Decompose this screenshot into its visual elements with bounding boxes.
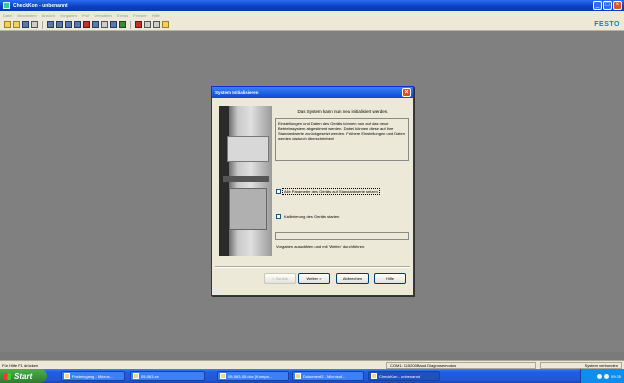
taskbar-item-active[interactable]: CheckKon - unbenannt xyxy=(368,371,440,381)
checkbox-label: Kalibrierung des Geräts starten xyxy=(284,214,340,219)
dialog-heading: Das System kann nun neu initialisiert we… xyxy=(297,109,389,114)
grid-icon[interactable] xyxy=(110,21,117,28)
new-icon[interactable] xyxy=(4,21,11,28)
system-init-dialog: System Initialisieren × Das System kann … xyxy=(211,86,414,296)
status-system: System verbunden xyxy=(540,361,622,369)
grid-icon[interactable] xyxy=(65,21,72,28)
menu-presets[interactable]: Vorgaben xyxy=(60,13,77,18)
menu-bar: Datei Bearbeiten Ansicht Vorgaben Prüf V… xyxy=(0,11,624,19)
start-calibration-checkbox[interactable]: Kalibrierung des Geräts starten xyxy=(276,214,340,219)
start-label: Start xyxy=(14,371,33,381)
tray-icon[interactable] xyxy=(603,373,609,379)
checkbox-label: Alle Parameter des Geräts auf Standardwe… xyxy=(282,188,380,195)
word-icon xyxy=(295,373,301,379)
back-button[interactable]: < Zurück xyxy=(264,273,296,284)
progress-bar xyxy=(275,232,409,240)
cut-icon[interactable] xyxy=(135,21,142,28)
taskbar-item[interactable]: 05-063-05.doc [Kompa... xyxy=(217,371,289,381)
dialog-hint: Vorgaben auswählen und mit 'Weiter' durc… xyxy=(276,244,366,249)
menu-window[interactable]: Fenster xyxy=(133,13,147,18)
grid-icon[interactable] xyxy=(92,21,99,28)
menu-manage[interactable]: Verwalten xyxy=(94,13,112,18)
window-title-bar[interactable]: CheckKon - unbenannt _ □ × xyxy=(0,0,624,11)
window-controls: _ □ × xyxy=(593,1,622,10)
toolbar xyxy=(0,19,624,31)
help-button[interactable]: Hilfe xyxy=(374,273,406,284)
grid-icon[interactable] xyxy=(83,21,90,28)
window-title: CheckKon - unbenannt xyxy=(13,2,68,9)
dialog-separator xyxy=(215,266,410,268)
save-icon[interactable] xyxy=(22,21,29,28)
windows-logo-icon xyxy=(4,372,11,380)
menu-help[interactable]: Hilfe xyxy=(152,13,160,18)
grid-icon[interactable] xyxy=(74,21,81,28)
help-icon[interactable] xyxy=(162,21,169,28)
taskbar-item[interactable]: Dokument2 - Microsof... xyxy=(292,371,364,381)
word-icon xyxy=(220,373,226,379)
taskbar-item-label: 05-063-05.doc [Kompa... xyxy=(228,373,273,379)
taskbar-item-label: Dokument2 - Microsof... xyxy=(303,373,346,379)
tray-clock: 09:35 xyxy=(610,373,621,379)
close-button[interactable]: × xyxy=(613,1,622,10)
status-help-text: Für Hilfe F1 drücken xyxy=(2,362,39,368)
menu-view[interactable]: Ansicht xyxy=(42,13,55,18)
menu-test[interactable]: Prüf xyxy=(82,13,89,18)
status-connection: COM1: 115200Baud Diagnosemodus xyxy=(386,361,536,369)
device-photo xyxy=(219,106,272,256)
open-icon[interactable] xyxy=(13,21,20,28)
taskbar-item-label: 05-063-xx xyxy=(141,373,159,379)
start-button[interactable]: Start xyxy=(0,369,47,383)
tray-icon[interactable] xyxy=(596,373,602,379)
menu-edit[interactable]: Bearbeiten xyxy=(17,13,36,18)
dialog-title-bar[interactable]: System Initialisieren xyxy=(212,87,413,98)
photo-part xyxy=(227,136,269,162)
next-button[interactable]: Weiter > xyxy=(298,273,330,284)
status-bar: Für Hilfe F1 drücken COM1: 115200Baud Di… xyxy=(0,360,624,369)
checkbox-box[interactable] xyxy=(276,214,281,219)
dialog-title: System Initialisieren xyxy=(215,90,259,95)
taskbar: Start Posteingang - Micros... 05-063-xx … xyxy=(0,369,624,383)
taskbar-item[interactable]: 05-063-xx xyxy=(130,371,205,381)
grid-icon[interactable] xyxy=(47,21,54,28)
outlook-icon xyxy=(64,373,70,379)
dialog-info-text: Einstellungen und Daten des Geräts könne… xyxy=(275,118,409,161)
system-tray: 09:35 xyxy=(580,369,624,383)
cancel-button[interactable]: Abbrechen xyxy=(336,273,369,284)
taskbar-item[interactable]: Posteingang - Micros... xyxy=(61,371,125,381)
taskbar-item-label: CheckKon - unbenannt xyxy=(379,373,420,379)
photo-part xyxy=(229,188,267,230)
grid-icon[interactable] xyxy=(56,21,63,28)
zoom-icon[interactable] xyxy=(153,21,160,28)
menu-file[interactable]: Datei xyxy=(3,13,12,18)
taskbar-item-label: Posteingang - Micros... xyxy=(72,373,113,379)
dialog-close-button[interactable]: × xyxy=(402,88,411,97)
folder-icon xyxy=(133,373,139,379)
grid-icon[interactable] xyxy=(119,21,126,28)
festo-logo: FESTO xyxy=(594,21,620,28)
app-icon xyxy=(3,2,10,9)
checkbox-box[interactable] xyxy=(276,189,281,194)
app-icon xyxy=(371,373,377,379)
toolbar-separator xyxy=(42,20,43,29)
maximize-button[interactable]: □ xyxy=(603,1,612,10)
toolbar-separator xyxy=(130,20,131,29)
reset-parameters-checkbox[interactable]: Alle Parameter des Geräts auf Standardwe… xyxy=(276,188,380,195)
print-icon[interactable] xyxy=(31,21,38,28)
grid-icon[interactable] xyxy=(101,21,108,28)
delete-icon[interactable] xyxy=(144,21,151,28)
photo-part xyxy=(223,176,269,182)
menu-extras[interactable]: Extras xyxy=(117,13,128,18)
minimize-button[interactable]: _ xyxy=(593,1,602,10)
